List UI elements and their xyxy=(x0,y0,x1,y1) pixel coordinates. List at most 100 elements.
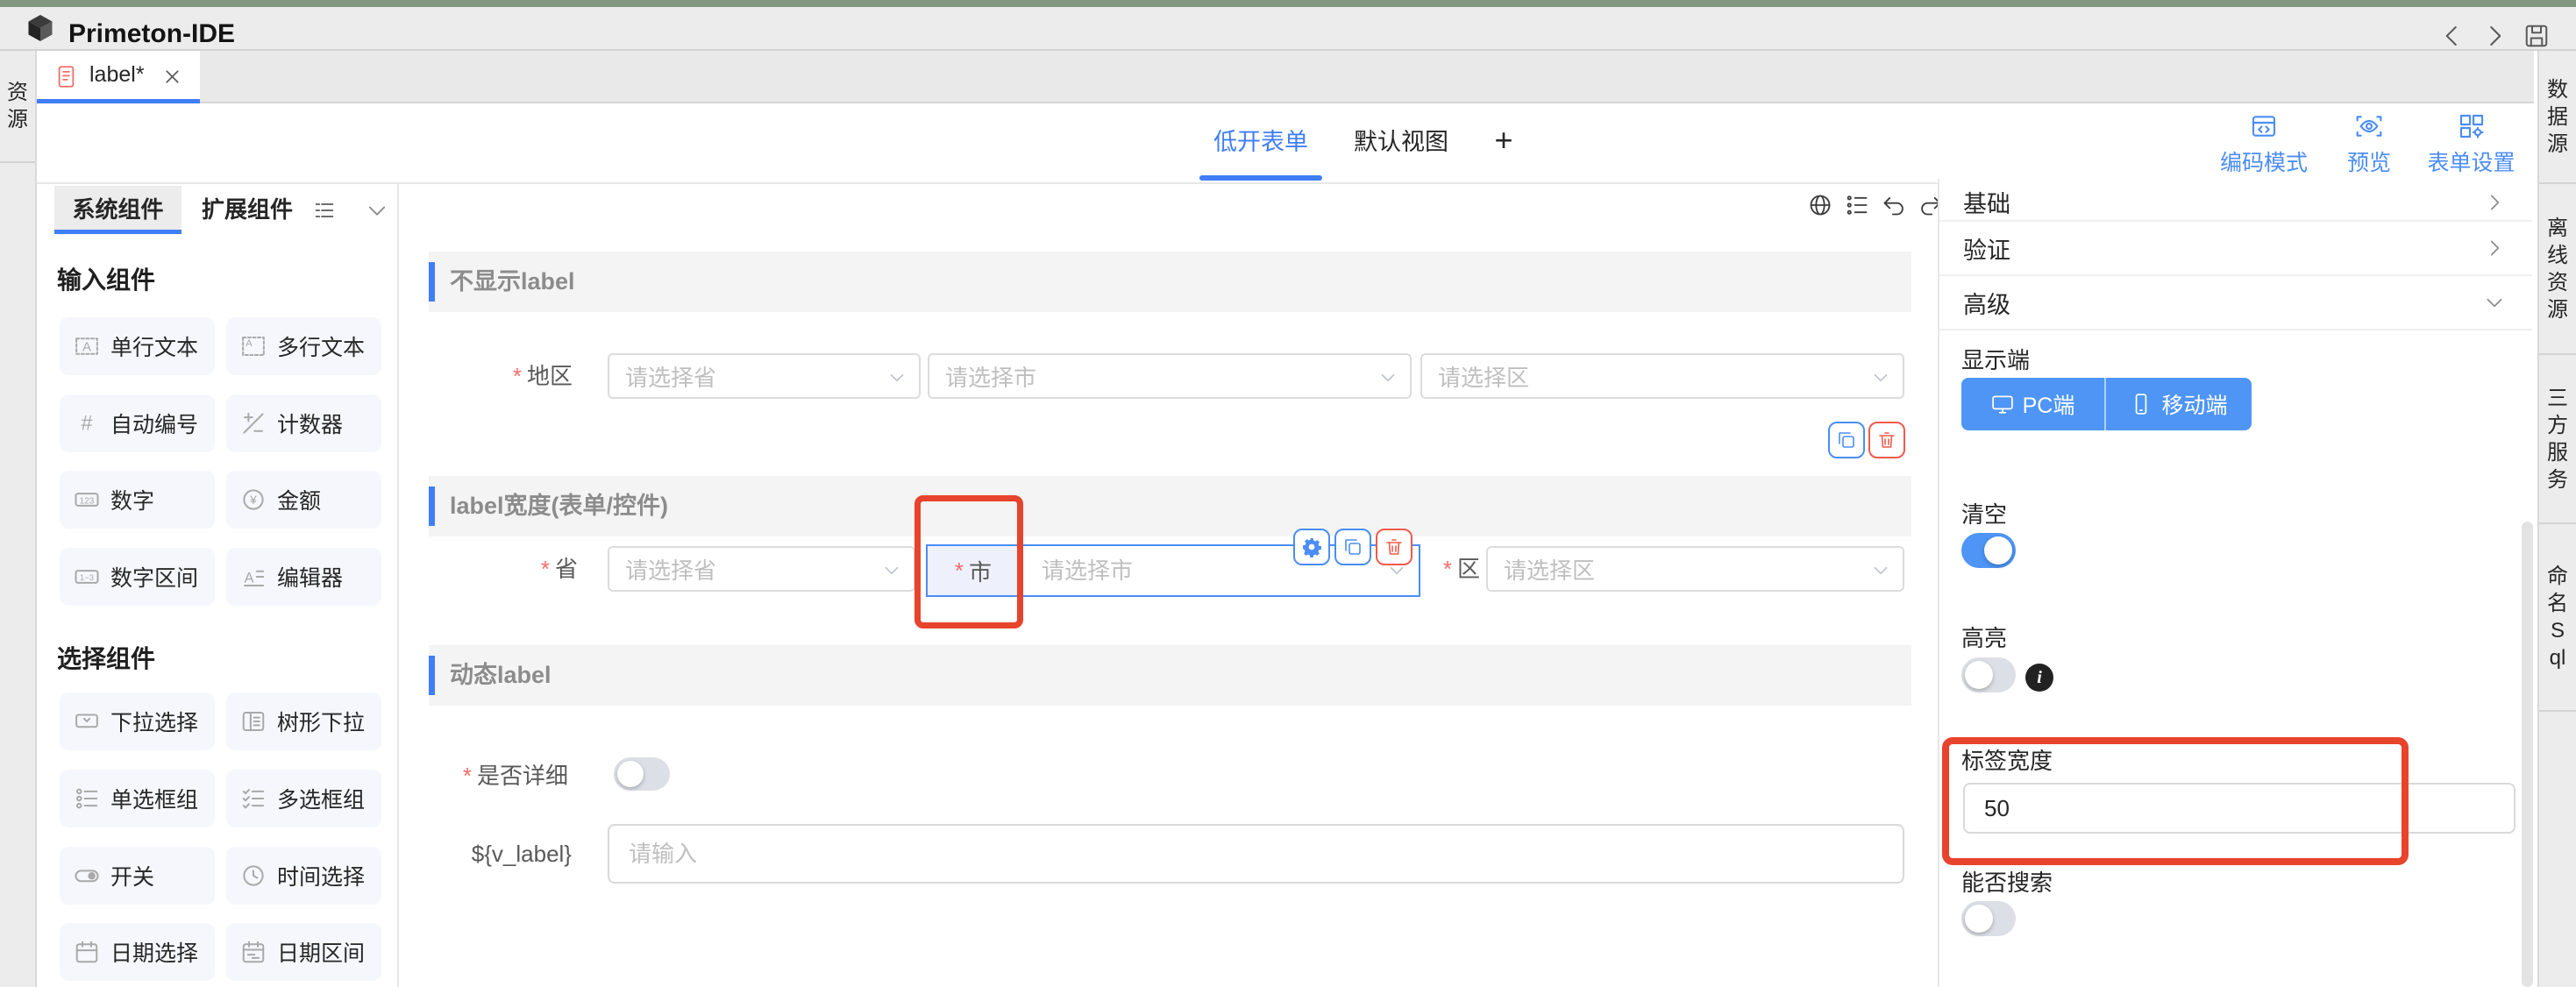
svg-text:¥: ¥ xyxy=(249,494,257,507)
palette-item-number[interactable]: 123 数字 xyxy=(60,471,215,529)
select-district-2[interactable]: 请选择区 xyxy=(1486,546,1904,592)
tab-extended-components[interactable]: 扩展组件 xyxy=(181,186,313,233)
tab-system-components[interactable]: 系统组件 xyxy=(54,186,181,233)
right-rail: 数据源 离线资源 三方服务 命名Sql xyxy=(2537,51,2576,987)
select-city-2[interactable]: 请选择市 xyxy=(1042,546,1133,595)
dropdown-icon xyxy=(74,708,100,735)
rail-item-data-source[interactable]: 数据源 xyxy=(2539,51,2576,184)
tab-low-code-form[interactable]: 低开表单 xyxy=(1199,105,1322,179)
widget-settings-button[interactable] xyxy=(1293,529,1330,565)
document-tab-bar xyxy=(37,51,2534,103)
money-icon: ¥ xyxy=(240,486,267,513)
date-picker-icon xyxy=(74,939,100,965)
app-title: Primeton-IDE xyxy=(68,14,235,54)
canvas-section-label-width: label宽度(表单/控件) xyxy=(429,476,1911,536)
switch-icon xyxy=(74,863,100,889)
clear-label: 清空 xyxy=(1961,497,2007,529)
palette-item-counter[interactable]: 计数器 xyxy=(226,394,381,452)
document-icon xyxy=(54,65,78,89)
add-view-button[interactable]: + xyxy=(1482,105,1526,179)
chevron-down-icon xyxy=(1377,366,1399,389)
group-advanced[interactable]: 高级 xyxy=(1939,276,2532,330)
svg-text:123: 123 xyxy=(80,496,95,506)
title-bar: Primeton-IDE xyxy=(0,7,2576,51)
select-city[interactable]: 请选择市 xyxy=(928,353,1412,399)
detail-toggle[interactable] xyxy=(614,757,670,791)
nav-back-icon[interactable] xyxy=(2439,23,2466,49)
undo-icon[interactable] xyxy=(1882,193,1906,217)
form-settings-icon xyxy=(2458,112,2486,140)
code-mode-button[interactable]: 编码模式 xyxy=(2211,112,2316,181)
rail-item-offline-resource[interactable]: 离线资源 xyxy=(2539,184,2576,355)
section-accent-bar xyxy=(429,262,435,302)
label-width-input[interactable] xyxy=(1963,783,2516,834)
mobile-side-button[interactable]: 移动端 xyxy=(2104,378,2252,430)
svg-text:A: A xyxy=(82,340,91,355)
screen-edge xyxy=(0,0,2576,7)
palette-item-dropdown[interactable]: 下拉选择 xyxy=(60,692,215,750)
rail-item-resources[interactable]: 资源 xyxy=(0,51,35,163)
group-basic[interactable]: 基础 xyxy=(1939,184,2532,222)
palette-item-radio-group[interactable]: 单选框组 xyxy=(60,770,215,827)
preview-button[interactable]: 预览 xyxy=(2325,112,2413,181)
palette-list-icon[interactable] xyxy=(312,198,337,223)
rail-item-named-sql[interactable]: 命名Sql xyxy=(2539,524,2576,712)
multi-text-icon: A xyxy=(240,333,267,359)
svg-text:A: A xyxy=(245,570,254,586)
palette-item-multi-text[interactable]: A 多行文本 xyxy=(226,317,381,375)
highlight-toggle[interactable] xyxy=(1961,657,2016,692)
clear-toggle[interactable] xyxy=(1961,533,2016,568)
form-settings-button[interactable]: 表单设置 xyxy=(2416,112,2526,181)
field-label-district: *区 xyxy=(1429,546,1480,592)
palette-item-time-picker[interactable]: 时间选择 xyxy=(226,847,381,905)
number-range-icon: 1~3 xyxy=(74,564,100,590)
single-text-icon: A xyxy=(74,333,100,359)
palette-item-auto-number[interactable]: # 自动编号 xyxy=(60,394,215,452)
inspector-scrollbar[interactable] xyxy=(2522,522,2533,987)
palette-item-money[interactable]: ¥ 金额 xyxy=(226,471,381,529)
radio-group-icon xyxy=(74,785,100,812)
chevron-right-icon xyxy=(2483,191,2506,214)
group-validation[interactable]: 验证 xyxy=(1939,222,2532,276)
svg-text:A: A xyxy=(246,338,253,349)
palette-item-editor[interactable]: A 编辑器 xyxy=(226,548,381,606)
collapse-panel-icon[interactable] xyxy=(365,198,389,223)
chevron-down-icon xyxy=(1869,366,1892,389)
toggle-knob xyxy=(1965,661,1993,689)
palette-item-date-picker[interactable]: 日期选择 xyxy=(60,923,215,981)
outline-tree-icon[interactable] xyxy=(1845,193,1869,217)
pc-side-button[interactable]: PC端 xyxy=(1961,378,2104,430)
rail-item-third-party[interactable]: 三方服务 xyxy=(2539,355,2576,524)
chevron-down-icon xyxy=(880,559,903,582)
tab-default-view[interactable]: 默认视图 xyxy=(1340,105,1462,179)
palette-item-checkbox-group[interactable]: 多选框组 xyxy=(226,770,381,827)
time-picker-icon xyxy=(240,863,267,889)
i18n-globe-icon[interactable] xyxy=(1808,193,1832,217)
widget-copy-button[interactable] xyxy=(1334,529,1371,565)
save-icon[interactable] xyxy=(2523,23,2550,49)
select-district[interactable]: 请选择区 xyxy=(1420,353,1904,399)
palette-item-number-range[interactable]: 1~3 数字区间 xyxy=(60,548,215,606)
searchable-toggle[interactable] xyxy=(1961,901,2016,936)
palette-item-tree-dropdown[interactable]: 树形下拉 xyxy=(226,692,381,750)
delete-row-button[interactable] xyxy=(1868,422,1905,458)
dynamic-label-input[interactable] xyxy=(608,824,1904,884)
toggle-knob xyxy=(1965,905,1993,933)
widget-delete-button[interactable] xyxy=(1376,529,1413,565)
nav-forward-icon[interactable] xyxy=(2481,23,2508,49)
copy-row-button[interactable] xyxy=(1828,422,1865,458)
close-tab-icon[interactable] xyxy=(161,66,183,88)
document-tab-label[interactable]: label* xyxy=(37,51,200,103)
canvas-section-dynamic-label: 动态label xyxy=(429,645,1911,706)
info-icon[interactable]: i xyxy=(2025,664,2053,692)
checkbox-group-icon xyxy=(240,785,267,812)
preview-icon xyxy=(2355,112,2383,140)
trash-icon xyxy=(1384,536,1405,557)
app-logo-icon xyxy=(25,12,56,44)
palette-item-switch[interactable]: 开关 xyxy=(60,847,215,905)
select-province[interactable]: 请选择省 xyxy=(608,353,921,399)
select-province-2[interactable]: 请选择省 xyxy=(608,546,915,592)
canvas-section-no-label: 不显示label xyxy=(429,252,1911,312)
palette-item-date-range[interactable]: 日期区间 xyxy=(226,923,381,981)
palette-item-single-text[interactable]: A 单行文本 xyxy=(60,317,215,375)
